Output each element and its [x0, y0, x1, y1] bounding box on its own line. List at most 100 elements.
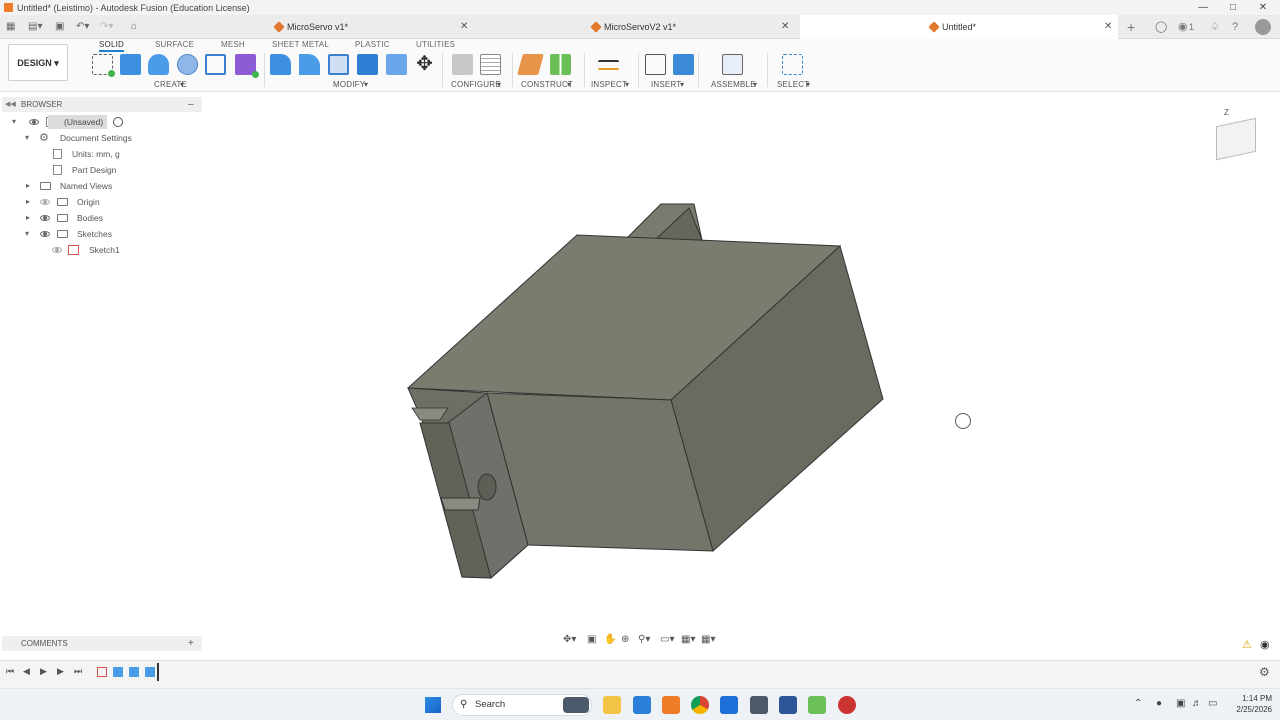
- comments-panel-header[interactable]: COMMENTS +: [2, 636, 202, 651]
- group-select[interactable]: SELECT: [777, 80, 809, 89]
- select-icon[interactable]: [782, 54, 803, 75]
- app-icon[interactable]: [808, 696, 826, 714]
- battery-icon[interactable]: ▭: [1208, 698, 1217, 709]
- tree-item-bodies[interactable]: ▸ Bodies: [25, 211, 195, 225]
- save-icon[interactable]: ▣: [55, 19, 64, 35]
- notifications-icon[interactable]: ♤: [1210, 19, 1220, 35]
- timeline-marker[interactable]: [157, 663, 159, 681]
- camera-icon[interactable]: ◉: [1260, 638, 1270, 651]
- network-icon[interactable]: ▣: [1176, 698, 1185, 709]
- modify-dropdown-icon[interactable]: ▾: [364, 80, 368, 89]
- step-back-icon[interactable]: ◀: [23, 666, 30, 677]
- undo-icon[interactable]: ↶▾: [76, 19, 89, 35]
- fusion-taskbar-icon[interactable]: [662, 696, 680, 714]
- collapse-arrows-icon[interactable]: ◀◀: [5, 97, 16, 112]
- app-icon[interactable]: [720, 696, 738, 714]
- tree-item-sketch1[interactable]: Sketch1: [52, 243, 202, 257]
- tab-utilities[interactable]: UTILITIES: [416, 40, 455, 49]
- display-settings-icon[interactable]: ▭▾: [660, 634, 674, 645]
- app-grid-icon[interactable]: ▦: [6, 19, 15, 35]
- look-at-icon[interactable]: ▣: [587, 634, 596, 645]
- group-assemble[interactable]: ASSEMBLE: [711, 80, 756, 89]
- configuration-table-icon[interactable]: [480, 54, 501, 75]
- viewcube-face[interactable]: [1216, 117, 1256, 161]
- visibility-eye-icon[interactable]: [29, 119, 39, 125]
- close-tab-icon[interactable]: ✕: [1104, 15, 1112, 39]
- pattern-icon[interactable]: [205, 54, 226, 75]
- visibility-eye-icon[interactable]: [40, 231, 50, 237]
- insert-derive-icon[interactable]: [645, 54, 666, 75]
- tree-item-part-design[interactable]: Part Design: [50, 163, 200, 177]
- assemble-dropdown-icon[interactable]: ▾: [753, 80, 757, 89]
- browser-panel-header[interactable]: ◀◀ BROWSER –: [2, 97, 202, 112]
- revolve-icon[interactable]: [148, 54, 169, 75]
- shell-icon[interactable]: [328, 54, 349, 75]
- extrude-icon[interactable]: [120, 54, 141, 75]
- fit-icon[interactable]: ⚲▾: [638, 634, 650, 645]
- tab-untitled[interactable]: Untitled* ✕: [800, 15, 1118, 39]
- minimize-icon[interactable]: —: [1188, 0, 1218, 15]
- visibility-eye-icon[interactable]: [52, 247, 62, 253]
- move-copy-icon[interactable]: ✥: [414, 54, 435, 75]
- insert-image-icon[interactable]: [673, 54, 694, 75]
- tab-sheet-metal[interactable]: SHEET METAL: [272, 40, 329, 49]
- offset-plane-icon[interactable]: [517, 54, 544, 75]
- help-icon[interactable]: ?: [1232, 19, 1238, 35]
- configure-dropdown-icon[interactable]: ▾: [497, 80, 501, 89]
- home-icon[interactable]: ⌂: [131, 19, 137, 35]
- zoom-icon[interactable]: ⊕: [621, 634, 629, 645]
- taskbar-search[interactable]: ⚲ Search: [452, 694, 592, 716]
- expand-icon[interactable]: ▾: [25, 131, 29, 145]
- job-status-icon[interactable]: ◉: [1178, 19, 1188, 35]
- tree-item-named-views[interactable]: ▸ Named Views: [25, 179, 195, 193]
- file-explorer-icon[interactable]: [603, 696, 621, 714]
- create-form-icon[interactable]: [235, 54, 259, 78]
- grid-settings-icon[interactable]: ▦▾: [681, 634, 695, 645]
- tree-root[interactable]: ▾ (Unsaved): [12, 115, 202, 129]
- configure-icon[interactable]: [452, 54, 473, 75]
- maximize-icon[interactable]: □: [1218, 0, 1248, 15]
- viewcube[interactable]: Z: [1208, 108, 1268, 168]
- pan-icon[interactable]: ✋: [604, 634, 616, 645]
- tree-item-origin[interactable]: ▸ Origin: [25, 195, 195, 209]
- user-avatar[interactable]: [1255, 19, 1271, 35]
- measure-icon[interactable]: [598, 60, 619, 70]
- tab-mesh[interactable]: MESH: [221, 40, 245, 49]
- tab-microservo-v1[interactable]: MicroServo v1* ✕: [273, 15, 470, 39]
- start-icon[interactable]: [425, 697, 441, 713]
- step-forward-icon[interactable]: ▶: [57, 666, 64, 677]
- activate-radio-icon[interactable]: [113, 117, 123, 127]
- tab-solid[interactable]: SOLID: [99, 40, 125, 52]
- show-hidden-icons-icon[interactable]: ⌃: [1134, 698, 1142, 709]
- redo-icon[interactable]: ↷▾: [100, 19, 113, 35]
- tree-item-document-settings[interactable]: ▾ ⚙ Document Settings: [25, 131, 195, 145]
- close-tab-icon[interactable]: ✕: [781, 15, 789, 39]
- go-to-start-icon[interactable]: ⏮: [6, 666, 14, 677]
- file-menu-icon[interactable]: ▤▾: [28, 19, 42, 35]
- volume-icon[interactable]: ♬: [1192, 698, 1202, 709]
- add-comment-icon[interactable]: +: [188, 636, 194, 651]
- timeline-extrude-icon[interactable]: [145, 667, 155, 677]
- press-pull-icon[interactable]: [270, 54, 291, 75]
- tree-item-sketches[interactable]: ▾ Sketches: [25, 227, 195, 241]
- expand-icon[interactable]: ▾: [12, 115, 16, 129]
- hole-icon[interactable]: [177, 54, 198, 75]
- browser-minimize-icon[interactable]: –: [188, 97, 194, 112]
- group-modify[interactable]: MODIFY: [333, 80, 365, 89]
- workspace-switcher-button[interactable]: DESIGN ▾: [8, 44, 68, 81]
- new-tab-icon[interactable]: +: [1127, 19, 1135, 35]
- viewports-icon[interactable]: ▦▾: [701, 634, 715, 645]
- group-insert[interactable]: INSERT: [651, 80, 681, 89]
- timeline-extrude-icon[interactable]: [129, 667, 139, 677]
- data-panel-icon[interactable]: ◯: [1155, 19, 1167, 35]
- expand-icon[interactable]: ▸: [26, 211, 30, 225]
- midplane-icon[interactable]: [550, 54, 571, 75]
- play-icon[interactable]: ▶: [40, 666, 47, 677]
- construct-dropdown-icon[interactable]: ▾: [567, 80, 571, 89]
- taskbar-clock[interactable]: 1:14 PM 2/25/2026: [1228, 693, 1272, 715]
- orbit-icon[interactable]: ✥▾: [563, 634, 576, 645]
- snipping-tool-icon[interactable]: [750, 696, 768, 714]
- microphone-icon[interactable]: ●: [1156, 698, 1162, 709]
- group-inspect[interactable]: INSPECT: [591, 80, 627, 89]
- tab-microservov2-v1[interactable]: MicroServoV2 v1* ✕: [590, 15, 792, 39]
